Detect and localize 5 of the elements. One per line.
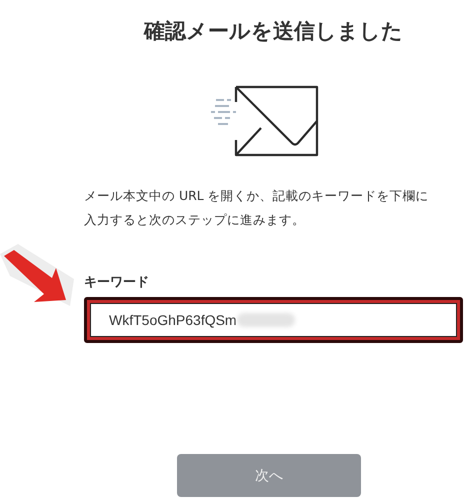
envelope-icon [208, 84, 318, 158]
field-label: キーワード [84, 274, 149, 292]
instruction-text: メール本文中の URL を開くか、記載のキーワードを下欄に入力すると次のステップに進みます。 [84, 187, 430, 229]
page-title: 確認メールを送信しました [144, 18, 403, 45]
keyword-field[interactable]: WkfT5oGhP63fQSm [90, 303, 457, 337]
